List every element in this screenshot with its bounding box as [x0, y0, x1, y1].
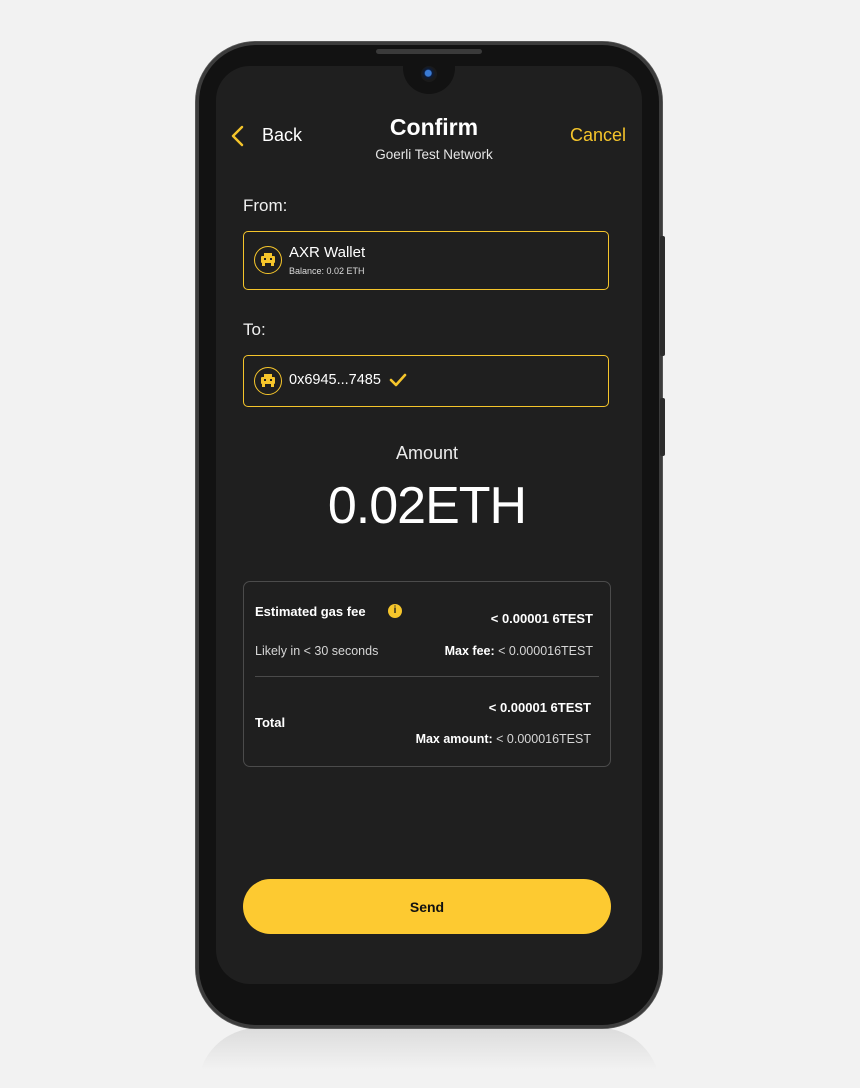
- robot-avatar-icon: [254, 367, 282, 395]
- total-value: < 0.00001 6TEST: [488, 700, 591, 715]
- device-reflection: [198, 1028, 660, 1088]
- info-icon[interactable]: i: [388, 604, 402, 618]
- max-fee-row: Max fee: < 0.000016TEST: [445, 644, 593, 658]
- wallet-balance: Balance: 0.02 ETH: [289, 266, 365, 276]
- max-amount-row: Max amount: < 0.000016TEST: [416, 732, 591, 746]
- recipient-address: 0x6945...7485: [289, 372, 381, 388]
- gas-fee-value: < 0.00001 6TEST: [490, 611, 593, 626]
- amount-value: 0.02ETH: [327, 477, 527, 535]
- camera-notch: [403, 66, 455, 94]
- app-screen: Back Confirm Goerli Test Network Cancel …: [216, 66, 642, 984]
- gas-fee-label: Estimated gas fee: [255, 604, 366, 619]
- send-button[interactable]: Send: [243, 879, 611, 934]
- robot-avatar-icon: [254, 246, 282, 274]
- fee-divider: [255, 676, 599, 677]
- wallet-name: AXR Wallet: [289, 244, 366, 261]
- volume-button: [660, 236, 665, 356]
- cancel-button[interactable]: Cancel: [570, 125, 626, 146]
- likely-time: Likely in < 30 seconds: [255, 644, 379, 658]
- from-wallet-card[interactable]: AXR Wallet Balance: 0.02 ETH: [243, 231, 609, 290]
- network-name: Goerli Test Network: [375, 147, 493, 162]
- to-address-card[interactable]: 0x6945...7485: [243, 355, 609, 407]
- max-amount-value: < 0.000016TEST: [496, 732, 591, 746]
- amount-label: Amount: [395, 443, 459, 463]
- max-fee-value: < 0.000016TEST: [498, 644, 593, 658]
- power-button: [660, 398, 665, 456]
- to-label: To:: [243, 320, 266, 339]
- max-fee-label: Max fee:: [444, 644, 495, 658]
- total-label: Total: [255, 715, 286, 730]
- max-amount-label: Max amount:: [415, 732, 493, 746]
- earpiece-speaker: [376, 49, 482, 54]
- front-camera-icon: [421, 66, 437, 82]
- check-icon: [389, 373, 407, 387]
- fee-summary-card: Estimated gas fee i < 0.00001 6TEST Like…: [243, 581, 611, 767]
- from-label: From:: [243, 196, 288, 215]
